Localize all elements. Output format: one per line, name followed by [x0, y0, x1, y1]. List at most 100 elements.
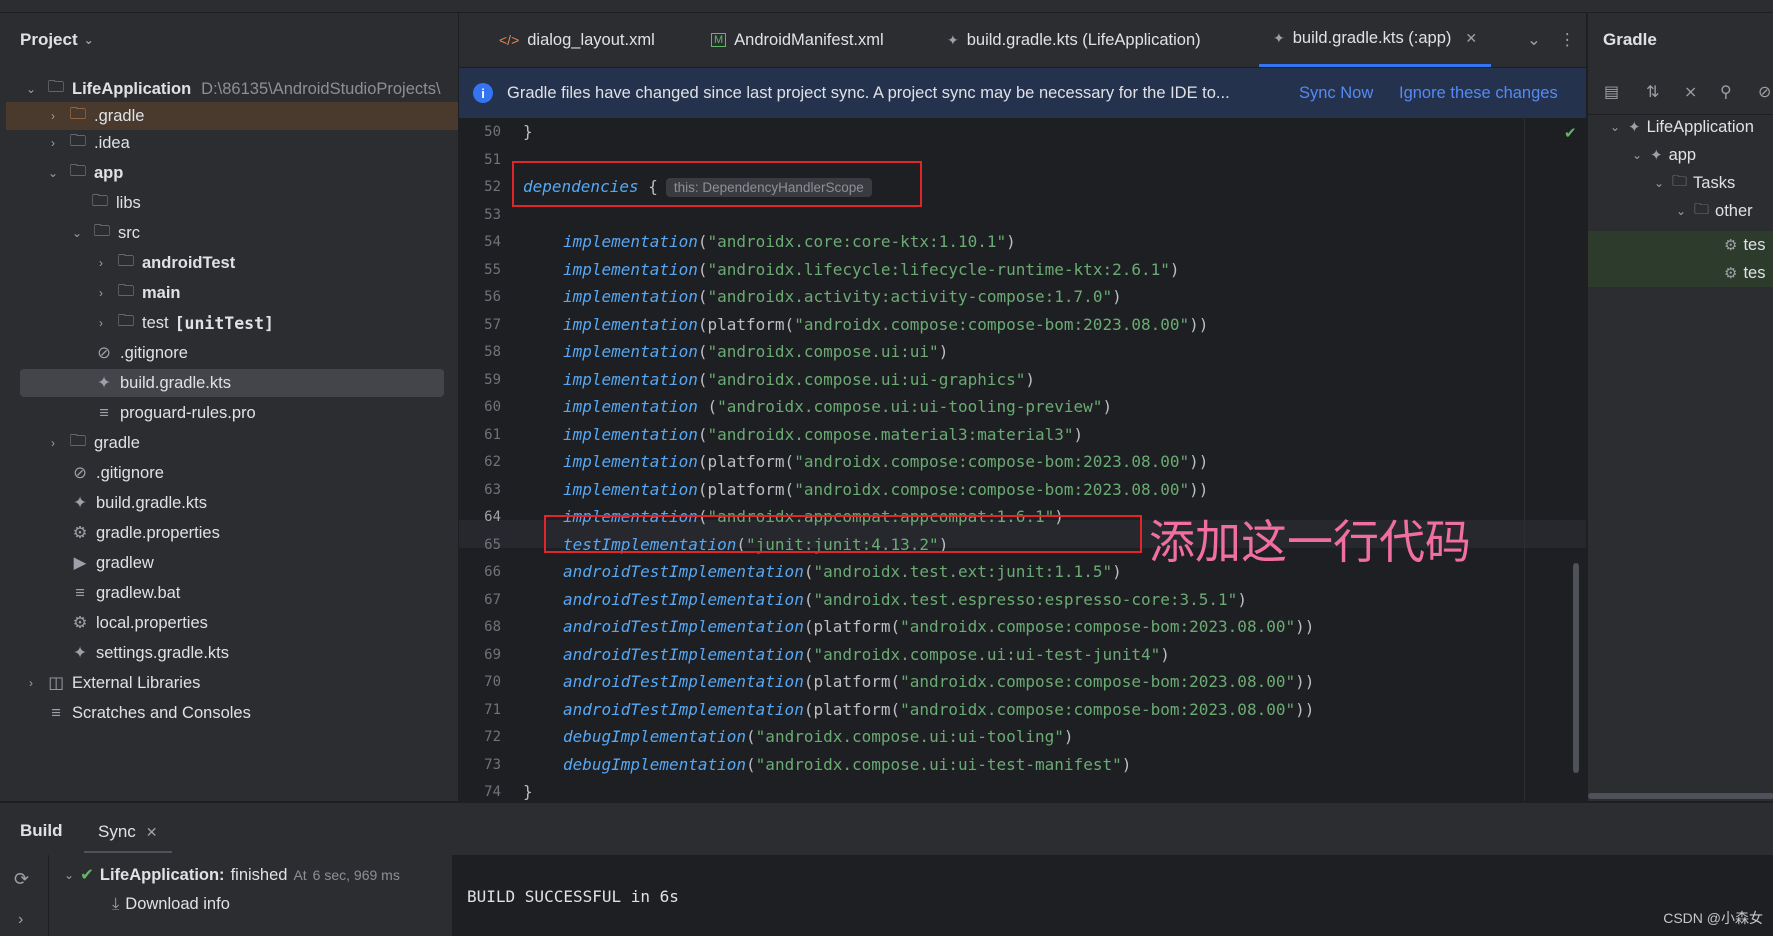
tree-item-gradle-properties[interactable]: ⚙ gradle.properties — [70, 519, 220, 547]
folder-icon: 🗀 — [69, 132, 87, 150]
code-string: "androidx.compose.ui:ui-tooling" — [755, 727, 1064, 746]
tree-item-gitignore[interactable]: ⊘ .gitignore — [94, 339, 188, 367]
gradle-item-label: other — [1715, 201, 1753, 220]
more-options-button[interactable]: ⋮ — [1559, 13, 1576, 67]
tree-item-gradlew[interactable]: ▶ gradlew — [70, 549, 154, 577]
chevron-right-icon[interactable]: › — [18, 911, 23, 929]
chevron-right-icon[interactable]: › — [94, 286, 108, 300]
line-number: 71 — [484, 701, 501, 718]
code-line: implementation("androidx.activity:activi… — [563, 287, 1122, 306]
tree-item-app-build-gradle[interactable]: ✦ build.gradle.kts — [20, 369, 444, 397]
download-info-item[interactable]: ⤓ Download info — [112, 895, 230, 914]
gradle-tree-tasks[interactable]: ⌄ 🗀 Tasks — [1652, 169, 1735, 197]
tree-item-scratches[interactable]: ≡ Scratches and Consoles — [46, 699, 251, 727]
tab-build-gradle-app[interactable]: ✦ build.gradle.kts (:app) ✕ — [1259, 13, 1492, 67]
code-line: androidTestImplementation(platform("andr… — [563, 700, 1314, 719]
tree-item-root-gitignore[interactable]: ⊘ .gitignore — [70, 459, 164, 487]
tree-item-local-properties[interactable]: ⚙ local.properties — [70, 609, 208, 637]
gradle-tree-root[interactable]: ⌄ ✦ LifeApplication — [1608, 113, 1754, 141]
gradle-task-item[interactable]: ⚙ tes — [1588, 231, 1773, 259]
chevron-right-icon[interactable]: › — [94, 256, 108, 270]
tree-item-gradle-dir[interactable]: › 🗀 .gradle — [6, 102, 458, 130]
tree-item-label: .gradle — [94, 106, 145, 125]
code-punct: ( — [697, 369, 708, 389]
gradle-file-icon: ✦ — [97, 374, 111, 392]
gear-icon: ⚙ — [72, 614, 88, 632]
chevron-right-icon[interactable]: › — [46, 436, 60, 450]
tree-item-root-build-gradle[interactable]: ✦ build.gradle.kts — [70, 489, 207, 517]
code-line: androidTestImplementation(platform("andr… — [563, 617, 1314, 636]
close-icon[interactable]: ✕ — [146, 824, 158, 841]
tree-item-proguard[interactable]: ≡ proguard-rules.pro — [94, 399, 256, 427]
vertical-scrollbar[interactable] — [1573, 563, 1579, 773]
code-string: "androidx.compose:compose-bom:2023.08.00… — [900, 672, 1296, 691]
ignore-file-icon: ⊘ — [73, 464, 87, 482]
chevron-right-icon[interactable]: › — [46, 136, 60, 150]
expand-all-icon[interactable]: ⇅ — [1646, 82, 1659, 102]
chevron-down-icon[interactable]: ⌄ — [64, 868, 74, 882]
code-keyword: implementation — [563, 314, 698, 334]
tree-item-gradlew-bat[interactable]: ≡ gradlew.bat — [70, 579, 180, 607]
gradle-tree-other[interactable]: ⌄ 🗀 other — [1674, 197, 1753, 225]
tree-item-androidtest[interactable]: › 🗀 androidTest — [94, 249, 235, 277]
tree-item-app[interactable]: ⌄ 🗀 app — [46, 159, 123, 187]
gradle-task-item[interactable]: ⚙ tes — [1588, 259, 1773, 287]
tab-dialog-layout[interactable]: </> dialog_layout.xml — [499, 13, 655, 67]
scratches-icon: ≡ — [51, 703, 61, 722]
code-punct: ) — [1237, 589, 1247, 609]
terminal-icon: ▶ — [73, 554, 87, 572]
tab-android-manifest[interactable]: M AndroidManifest.xml — [711, 13, 884, 67]
chevron-down-icon[interactable]: ⌄ — [46, 166, 60, 180]
chevron-down-icon[interactable]: ⌄ — [1652, 176, 1666, 190]
chevron-down-icon: ⌄ — [1527, 31, 1541, 49]
build-console[interactable]: BUILD SUCCESSFUL in 6s CSDN @小森女 — [453, 855, 1773, 936]
library-icon: ◫ — [48, 674, 64, 692]
tree-item-label: Scratches and Consoles — [72, 703, 251, 722]
chevron-right-icon[interactable]: › — [24, 676, 38, 690]
tab-label: dialog_layout.xml — [527, 30, 655, 49]
project-view-selector[interactable]: Project ⌄ — [20, 30, 94, 50]
chevron-right-icon[interactable]: › — [94, 316, 108, 330]
code-keyword: debugImplementation — [563, 727, 747, 746]
tree-item-libs[interactable]: 🗀 libs — [90, 189, 141, 217]
tree-item-gradle[interactable]: › 🗀 gradle — [46, 429, 140, 457]
chevron-right-icon[interactable]: › — [46, 109, 60, 123]
code-line: implementation("androidx.compose.materia… — [563, 425, 1083, 444]
tree-item-src[interactable]: ⌄ 🗀 src — [70, 219, 140, 247]
code-line: implementation ("androidx.compose.ui:ui-… — [563, 397, 1112, 416]
tree-item-idea[interactable]: › 🗀 .idea — [46, 129, 130, 157]
chevron-down-icon[interactable]: ⌄ — [1608, 120, 1622, 134]
offline-icon[interactable]: ⊘ — [1758, 82, 1771, 102]
tree-item-external-libraries[interactable]: › ◫ External Libraries — [24, 669, 200, 697]
tree-item-main[interactable]: › 🗀 main — [94, 279, 181, 307]
tree-root[interactable]: ⌄ 🗀 LifeApplication D:\86135\AndroidStud… — [24, 75, 441, 103]
chevron-down-icon[interactable]: ⌄ — [70, 226, 84, 240]
code-punct: ( — [697, 342, 708, 361]
highlight-box-dependencies — [512, 161, 922, 207]
tab-build-gradle-project[interactable]: ✦ build.gradle.kts (LifeApplication) — [947, 13, 1201, 67]
search-icon[interactable]: ⚲ — [1720, 82, 1732, 102]
build-tree-root[interactable]: ⌄ ✔ LifeApplication: finished At 6 sec, … — [64, 865, 400, 885]
execute-task-icon[interactable]: ▤ — [1604, 82, 1619, 102]
tab-build[interactable]: Build — [20, 821, 63, 841]
tab-sync[interactable]: Sync ✕ — [84, 813, 172, 853]
horizontal-scrollbar[interactable] — [1588, 793, 1773, 799]
code-punct: ( — [697, 397, 718, 416]
code-line: androidTestImplementation("androidx.test… — [563, 590, 1247, 609]
code-keyword: androidTestImplementation — [563, 672, 804, 691]
tree-item-label: gradle — [94, 433, 140, 452]
code-editor[interactable]: 50} 51 52 dependencies {this: DependencyHan… — [459, 118, 1586, 801]
refresh-icon[interactable]: ⟳ — [14, 869, 29, 890]
tree-item-settings-gradle[interactable]: ✦ settings.gradle.kts — [70, 639, 229, 667]
tree-item-test[interactable]: › 🗀 test [unitTest] — [94, 309, 274, 337]
collapse-all-icon[interactable]: ⨯ — [1684, 82, 1697, 102]
sync-now-link[interactable]: Sync Now — [1299, 84, 1373, 103]
chevron-down-icon[interactable]: ⌄ — [1630, 148, 1644, 162]
tree-item-label: local.properties — [96, 613, 208, 632]
gradle-tree-app[interactable]: ⌄ ✦ app — [1630, 141, 1696, 169]
chevron-down-icon[interactable]: ⌄ — [24, 82, 38, 96]
close-icon[interactable]: ✕ — [1465, 30, 1477, 47]
chevron-down-icon[interactable]: ⌄ — [1674, 204, 1688, 218]
tabs-overflow-button[interactable]: ⌄ — [1527, 13, 1541, 67]
ignore-changes-link[interactable]: Ignore these changes — [1399, 84, 1558, 103]
